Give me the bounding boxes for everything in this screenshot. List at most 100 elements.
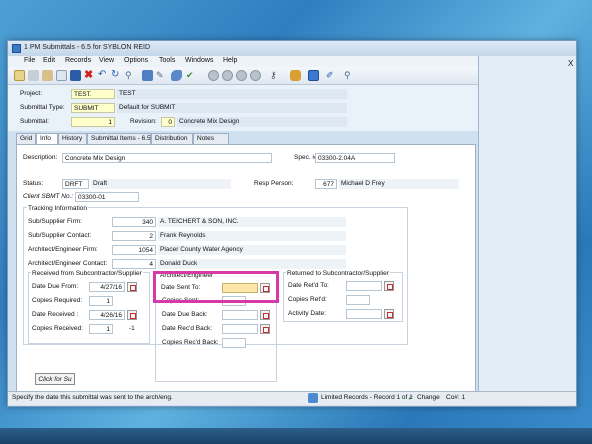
- undo-icon[interactable]: ↶: [98, 70, 109, 81]
- submittal-label: Submittal:: [20, 118, 49, 125]
- arch-firm-id-field[interactable]: 1054: [112, 245, 156, 255]
- people-icon[interactable]: [290, 70, 301, 81]
- arch-contact-label: Architect/Engineer Contact:: [28, 260, 108, 267]
- client-sbmt-field[interactable]: 03300-01: [75, 192, 139, 202]
- menu-tools[interactable]: Tools: [159, 57, 175, 64]
- arch-contact-name: Donald Duck: [158, 259, 346, 269]
- description-label: Description:: [23, 154, 58, 161]
- date-due-from-label: Date Due From:: [32, 283, 79, 290]
- date-received-label: Date Received :: [32, 311, 79, 318]
- delete-icon[interactable]: ✖: [84, 70, 95, 81]
- date-retd-label: Date Ret'd To:: [288, 282, 329, 289]
- returned-title: Returned to Subcontractor/Supplier: [286, 270, 390, 277]
- open-folder-icon[interactable]: [14, 70, 25, 81]
- copies-received-label: Copies Received:: [32, 325, 83, 332]
- status-label: Status:: [23, 180, 44, 187]
- date-received-calendar-icon[interactable]: [127, 310, 137, 320]
- app-icon: [12, 44, 21, 53]
- pen-icon[interactable]: ✐: [326, 70, 337, 81]
- sub-contact-name: Frank Reynolds: [158, 231, 346, 241]
- date-recd-back-field[interactable]: [222, 324, 258, 334]
- activity-date-field[interactable]: [346, 309, 382, 319]
- submittal-field[interactable]: 1: [71, 117, 115, 127]
- send-icon[interactable]: [171, 70, 182, 81]
- sub-firm-label: Sub/Supplier Firm:: [28, 218, 82, 225]
- new-record-icon[interactable]: [56, 70, 67, 81]
- menu-edit[interactable]: Edit: [43, 57, 55, 64]
- menu-help[interactable]: Help: [223, 57, 237, 64]
- revision-desc: Concrete Mix Design: [177, 117, 347, 127]
- arch-firm-name: Placer County Water Agency: [158, 245, 346, 255]
- copies-required-label: Copies Required:: [32, 297, 83, 304]
- copies-required-field[interactable]: 1: [89, 296, 113, 306]
- check-icon[interactable]: ✔: [186, 70, 197, 81]
- spec-field[interactable]: 03300-2.04A: [315, 153, 395, 163]
- menu-file[interactable]: File: [24, 57, 35, 64]
- status-code-field[interactable]: DRFT: [62, 179, 89, 189]
- sub-contact-id-field[interactable]: 2: [112, 231, 156, 241]
- menu-options[interactable]: Options: [124, 57, 148, 64]
- copies-received-field[interactable]: 1: [89, 324, 113, 334]
- highlight-box: [153, 271, 279, 303]
- menu-windows[interactable]: Windows: [185, 57, 213, 64]
- copies-recd-back-label: Copies Rec'd Back:: [162, 339, 219, 346]
- taskbar: [0, 428, 592, 444]
- attach-icon[interactable]: ✎: [156, 70, 167, 81]
- close-icon[interactable]: X: [568, 59, 573, 68]
- zoom-icon[interactable]: ⚲: [344, 70, 355, 81]
- first-record-icon[interactable]: [208, 70, 219, 81]
- date-due-back-calendar-icon[interactable]: [260, 310, 270, 320]
- click-for-sub-button[interactable]: Click for Su: [35, 373, 75, 385]
- date-due-back-label: Date Due Back:: [162, 311, 208, 318]
- description-field[interactable]: Concrete Mix Design: [62, 153, 272, 163]
- side-panel: X: [478, 56, 576, 405]
- resp-person-label: Resp Person:: [254, 180, 294, 187]
- date-retd-field[interactable]: [346, 281, 382, 291]
- last-record-icon[interactable]: [250, 70, 261, 81]
- grid-icon[interactable]: [142, 70, 153, 81]
- copies-retd-field[interactable]: [346, 295, 370, 305]
- menu-records[interactable]: Records: [65, 57, 91, 64]
- submittal-type-label: Submittal Type:: [20, 104, 65, 111]
- date-retd-calendar-icon[interactable]: [384, 281, 394, 291]
- date-recd-back-label: Date Rec'd Back:: [162, 325, 213, 332]
- status-bar: Specify the date this submittal was sent…: [8, 391, 576, 405]
- company-status: Co#: 1: [446, 394, 466, 401]
- tab-grid[interactable]: Grid: [16, 133, 36, 144]
- edit-form-icon[interactable]: [308, 70, 319, 81]
- tab-notes[interactable]: Notes: [193, 133, 229, 144]
- tracking-title: Tracking Information: [27, 205, 89, 212]
- tab-submittal-items[interactable]: Submittal Items - 6.5: [87, 133, 151, 144]
- tab-distribution[interactable]: Distribution: [151, 133, 193, 144]
- previous-record-icon[interactable]: [222, 70, 233, 81]
- resp-person-name: Michael D Frey: [339, 179, 459, 189]
- change-check-icon: ✔: [408, 395, 414, 402]
- app-window: 1 PM Submittals - 6.5 for SYBLON REID Fi…: [7, 40, 577, 407]
- copies-retd-label: Copies Ret'd:: [288, 296, 327, 303]
- refresh-icon[interactable]: ↻: [111, 70, 122, 81]
- activity-date-calendar-icon[interactable]: [384, 309, 394, 319]
- search-icon[interactable]: ⚲: [125, 70, 136, 81]
- date-due-from-field[interactable]: 4/27/16: [89, 282, 125, 292]
- submittal-type-field[interactable]: SUBMIT: [71, 103, 115, 113]
- title-bar[interactable]: 1 PM Submittals - 6.5 for SYBLON REID: [8, 41, 576, 56]
- records-icon: [308, 393, 318, 403]
- date-received-field[interactable]: 4/26/16: [89, 310, 125, 320]
- copies-recd-back-field[interactable]: [222, 338, 246, 348]
- save-icon[interactable]: [70, 70, 81, 81]
- link-icon[interactable]: [28, 70, 39, 81]
- tab-history[interactable]: History: [58, 133, 87, 144]
- revision-field[interactable]: 0: [161, 117, 175, 127]
- date-recd-back-calendar-icon[interactable]: [260, 324, 270, 334]
- resp-person-id-field[interactable]: 677: [315, 179, 337, 189]
- clipboard-icon[interactable]: [42, 70, 53, 81]
- date-due-from-calendar-icon[interactable]: [127, 282, 137, 292]
- next-record-icon[interactable]: [236, 70, 247, 81]
- status-message: Specify the date this submittal was sent…: [12, 394, 173, 401]
- key-icon[interactable]: ⚷: [270, 70, 281, 81]
- arch-contact-id-field[interactable]: 4: [112, 259, 156, 269]
- project-code-field[interactable]: TEST.: [71, 89, 115, 99]
- sub-firm-id-field[interactable]: 340: [112, 217, 156, 227]
- date-due-back-field[interactable]: [222, 310, 258, 320]
- menu-view[interactable]: View: [99, 57, 114, 64]
